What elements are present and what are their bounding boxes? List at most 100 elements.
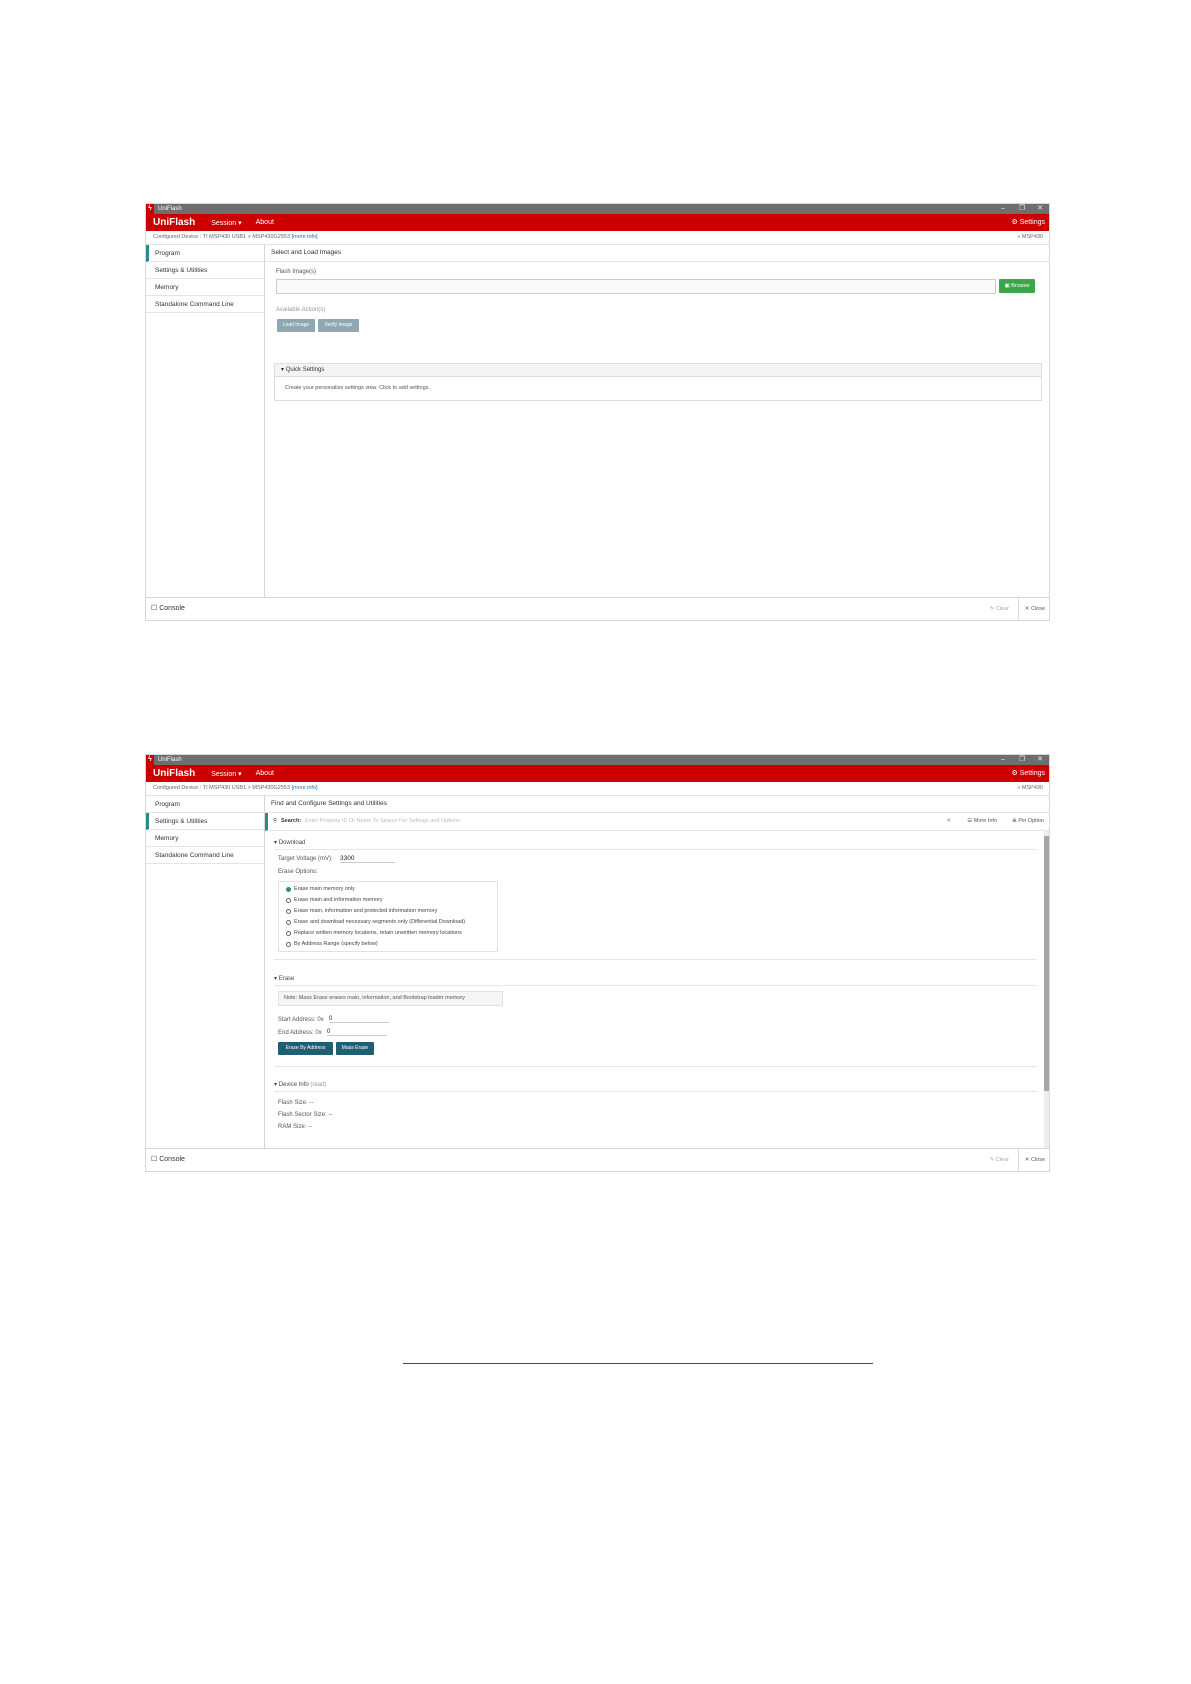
ti-logo-icon: ϟ <box>146 204 154 214</box>
search-icon: ⚲ <box>273 818 278 824</box>
close-window-button[interactable]: ✕ <box>1037 755 1043 765</box>
nav-program[interactable]: Program <box>146 796 264 813</box>
console-clear-button[interactable]: ✎ Clear <box>990 1149 1009 1171</box>
erase-option-label: Erase and download necessary segments on… <box>294 919 466 925</box>
settings-button[interactable]: ⚙ Settings <box>1011 765 1045 782</box>
breadcrumb: Configured Device : TI MSP430 USB1 > MSP… <box>146 782 1049 796</box>
download-section-title: Download <box>278 840 306 846</box>
configured-device: Configured Device : TI MSP430 USB1 <box>153 234 247 240</box>
console-toggle[interactable]: ☐ Console <box>151 598 185 620</box>
verify-image-button[interactable]: Verify Image <box>318 319 359 332</box>
eraser-icon: ✎ <box>989 606 995 612</box>
nav-settings-utilities[interactable]: Settings & Utilities <box>146 262 264 279</box>
quick-settings-header[interactable]: ▾ Quick Settings <box>275 364 1041 377</box>
nav-memory[interactable]: Memory <box>146 279 264 296</box>
window-titlebar: ϟ UniFlash – ❐ ✕ <box>146 204 1049 214</box>
settings-scrollbar-thumb[interactable] <box>1044 836 1049 1091</box>
radio-icon <box>286 942 291 947</box>
close-window-button[interactable]: ✕ <box>1037 204 1043 214</box>
caret-down-icon: ▾ <box>274 1082 278 1088</box>
pin-option-button[interactable]: ⊕ Pin Option <box>1012 813 1044 830</box>
settings-button[interactable]: ⚙ Settings <box>1011 214 1045 231</box>
mass-erase-note: Note: Mass Erase erases main, informatio… <box>278 991 503 1006</box>
erase-option-label: By Address Range (specify below) <box>294 941 378 947</box>
device-info-title: Device Info <box>278 1082 309 1088</box>
erase-option-address-range[interactable]: By Address Range (specify below) <box>279 939 497 950</box>
browse-button[interactable]: ▣ Browse <box>999 279 1035 293</box>
nav-standalone-command-line[interactable]: Standalone Command Line <box>146 296 264 313</box>
console-label: Console <box>159 1156 185 1163</box>
flash-image-input[interactable] <box>276 279 996 294</box>
folder-icon: ▣ <box>1004 283 1010 289</box>
more-info-link[interactable]: [more info] <box>292 785 318 791</box>
pin-option-label: Pin Option <box>1018 818 1044 824</box>
erase-option-main[interactable]: Erase main memory only <box>279 884 497 895</box>
caret-down-icon: ▾ <box>274 976 278 982</box>
restore-button[interactable]: ❐ <box>1019 204 1025 214</box>
brand-logo: UniFlash <box>153 768 196 779</box>
nav-settings-utilities[interactable]: Settings & Utilities <box>146 813 264 830</box>
restore-button[interactable]: ❐ <box>1019 755 1025 765</box>
settings-content: Find and Configure Settings and Utilitie… <box>265 796 1049 1149</box>
session-menu[interactable]: Session ▾ <box>211 219 241 227</box>
minimize-button[interactable]: – <box>1001 204 1005 214</box>
target-voltage-input[interactable]: 3300 <box>340 855 395 863</box>
device-info-read-link[interactable]: (read) <box>310 1082 326 1088</box>
device-name: MSP430G2553 <box>252 785 291 791</box>
console-close-button[interactable]: ✕ Close <box>1017 598 1045 620</box>
erase-option-main-info[interactable]: Erase main and information memory <box>279 895 497 906</box>
console-toggle[interactable]: ☐ Console <box>151 1149 185 1171</box>
pin-icon: ⊕ <box>1012 818 1017 824</box>
quick-settings-add[interactable]: Create your personalize settings view. C… <box>275 377 1041 399</box>
session-menu[interactable]: Session ▾ <box>211 770 241 778</box>
section-divider <box>274 985 1037 986</box>
console-bar: ☐ Console ✎ Clear ✕ Close <box>146 1148 1049 1171</box>
brand-logo: UniFlash <box>153 217 196 228</box>
about-menu[interactable]: About <box>256 770 274 777</box>
window-title: UniFlash <box>158 757 182 763</box>
quick-settings-panel: ▾ Quick Settings Create your personalize… <box>274 363 1042 401</box>
erase-options-label: Erase Options: <box>278 869 318 875</box>
settings-label: Settings <box>1019 219 1045 226</box>
console-clear-button[interactable]: ✎ Clear <box>990 598 1009 620</box>
radio-icon <box>286 931 291 936</box>
flash-size: Flash Size: -- <box>278 1100 314 1106</box>
section-divider <box>274 1066 1037 1067</box>
breadcrumb: Configured Device : TI MSP430 USB1 > MSP… <box>146 231 1049 245</box>
minimize-button[interactable]: – <box>1001 755 1005 765</box>
search-bar: ⚲ Search: Enter Property ID Or Name To S… <box>265 813 1049 831</box>
erase-by-address-button[interactable]: Erase By Address <box>278 1042 333 1055</box>
start-address-input[interactable]: 0 <box>329 1016 389 1023</box>
section-divider <box>274 849 1037 850</box>
load-image-button[interactable]: Load Image <box>277 319 315 332</box>
device-info-section-header[interactable]: ▾ Device Info (read) <box>274 1081 326 1088</box>
uniflash-window-settings: ϟ UniFlash – ❐ ✕ UniFlash Session ▾ Abou… <box>145 754 1050 1172</box>
clear-search-icon[interactable]: ✕ <box>946 813 951 830</box>
breadcrumb-separator: > <box>247 234 251 240</box>
console-clear-label: Clear <box>995 1157 1009 1163</box>
more-info-button[interactable]: ☰ More Info <box>967 813 997 830</box>
more-info-link[interactable]: [more info] <box>292 234 318 240</box>
erase-option-replace-written[interactable]: Replace written memory locations, retain… <box>279 928 497 939</box>
uniflash-window-program: ϟ UniFlash – ❐ ✕ UniFlash Session ▾ Abou… <box>145 203 1050 621</box>
erase-option-label: Erase main, information and protected in… <box>294 908 438 914</box>
app-header: UniFlash Session ▾ About ⚙ Settings <box>146 765 1049 782</box>
about-menu[interactable]: About <box>256 219 274 226</box>
mass-erase-button[interactable]: Mass Erase <box>336 1042 374 1055</box>
nav-standalone-command-line[interactable]: Standalone Command Line <box>146 847 264 864</box>
erase-option-main-info-protected[interactable]: Erase main, information and protected in… <box>279 906 497 917</box>
erase-option-differential[interactable]: Erase and download necessary segments on… <box>279 917 497 928</box>
nav-program[interactable]: Program <box>146 245 264 262</box>
nav-memory[interactable]: Memory <box>146 830 264 847</box>
erase-options-group: Erase main memory only Erase main and in… <box>278 881 498 952</box>
ti-logo-icon: ϟ <box>146 755 154 765</box>
search-input[interactable]: Enter Property ID Or Name To Search For … <box>305 813 460 830</box>
console-icon: ☐ <box>151 605 158 612</box>
download-section-header[interactable]: ▾ Download <box>274 839 305 846</box>
page-title: Select and Load Images <box>265 245 1049 262</box>
end-address-input[interactable]: 0 <box>327 1029 387 1036</box>
configured-device: Configured Device : TI MSP430 USB1 <box>153 785 247 791</box>
console-close-button[interactable]: ✕ Close <box>1017 1149 1045 1171</box>
browse-label: Browse <box>1011 283 1030 289</box>
erase-section-header[interactable]: ▾ Erase <box>274 975 294 982</box>
